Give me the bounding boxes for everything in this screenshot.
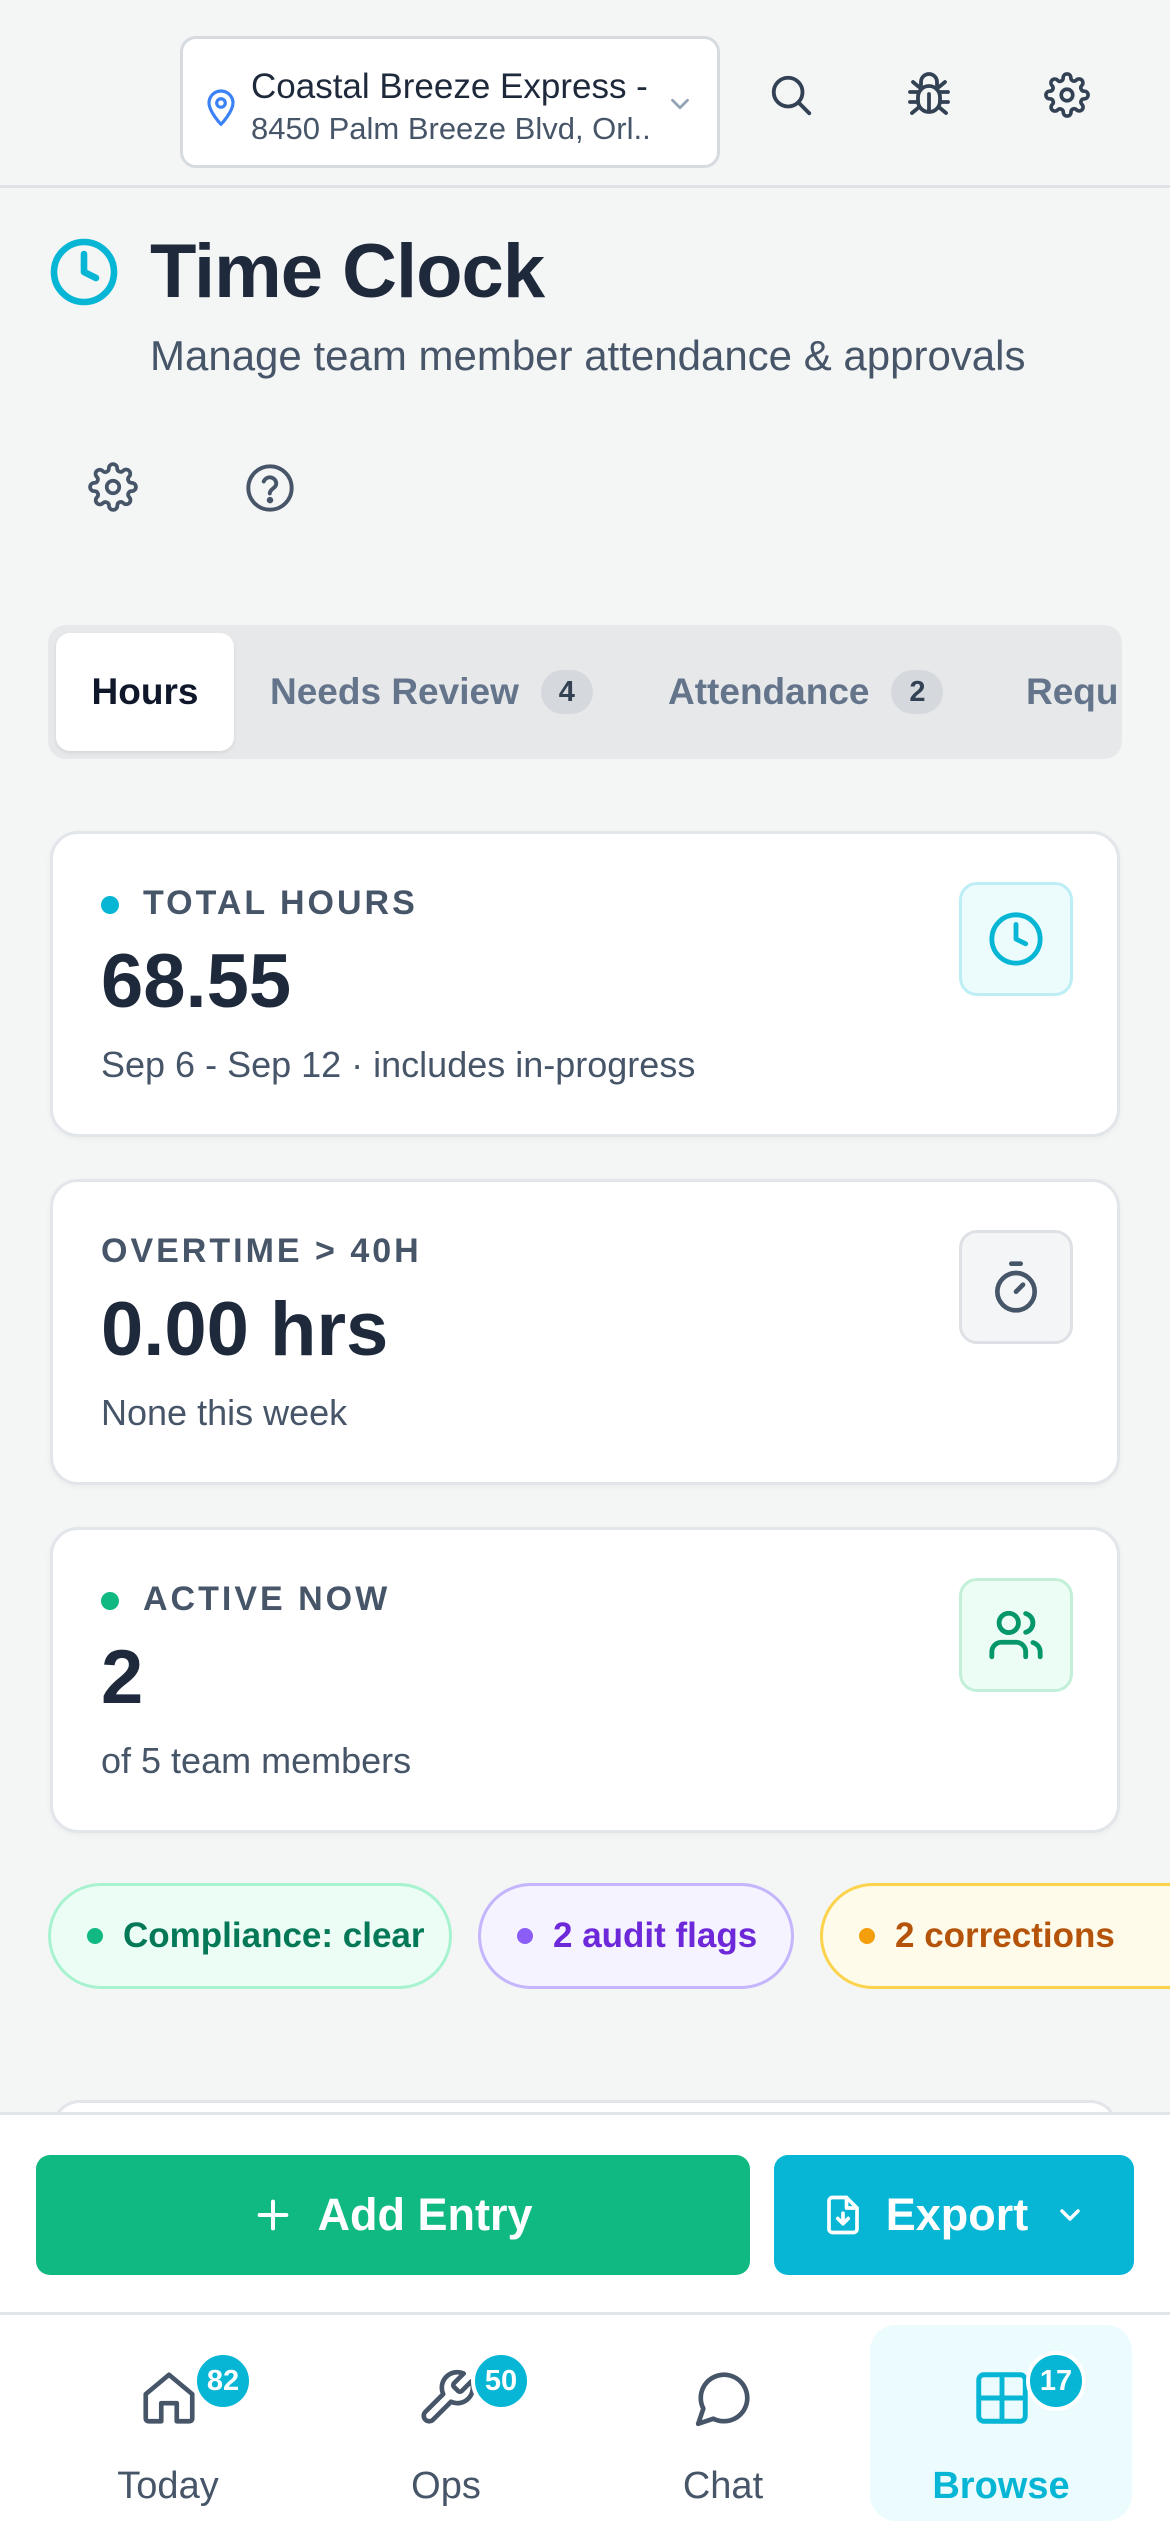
card-label: ACTIVE NOW — [143, 1580, 391, 1618]
tab-requests[interactable]: Requ — [1026, 633, 1119, 751]
card-label: OVERTIME > 40H — [101, 1232, 422, 1270]
add-entry-button[interactable]: Add Entry — [36, 2155, 750, 2275]
tab-hours[interactable]: Hours — [56, 633, 234, 751]
location-address: 8450 Palm Breeze Blvd, Orl... — [251, 111, 651, 146]
corrections-chip[interactable]: 2 corrections — [820, 1883, 1170, 1989]
nav-ops[interactable]: 50 Ops — [315, 2325, 577, 2521]
nav-badge: 17 — [1026, 2351, 1086, 2411]
tab-label: Needs Review — [270, 671, 519, 712]
total-hours-card[interactable]: TOTAL HOURS 68.55 Sep 6 - Sep 12 · inclu… — [50, 831, 1120, 1137]
bug-icon[interactable] — [905, 72, 953, 120]
page-subtitle: Manage team member attendance & approval… — [150, 332, 1026, 379]
nav-badge: 82 — [193, 2351, 253, 2411]
grid-icon — [971, 2367, 1033, 2429]
map-pin-icon — [205, 87, 237, 127]
location-name: Coastal Breeze Express -... — [251, 67, 651, 106]
nav-label: Browse — [932, 2465, 1070, 2507]
page-title: Time Clock — [150, 229, 545, 314]
tab-label: Hours — [91, 671, 199, 712]
users-icon — [959, 1578, 1073, 1692]
tab-label: Requ — [1026, 671, 1119, 712]
action-bar: Add Entry Export — [0, 2112, 1170, 2312]
audit-flags-chip[interactable]: 2 audit flags — [478, 1883, 794, 1989]
wrench-icon — [416, 2367, 478, 2429]
home-icon — [138, 2367, 200, 2429]
export-button[interactable]: Export — [774, 2155, 1134, 2275]
overtime-value: 0.00 hrs — [101, 1287, 389, 1372]
status-dot — [87, 1928, 103, 1944]
help-icon[interactable] — [244, 462, 296, 514]
nav-browse[interactable]: 17 Browse — [870, 2325, 1132, 2521]
settings-gear-icon[interactable] — [88, 462, 138, 512]
bottom-nav: 82 Today 50 Ops Chat 17 Browse — [0, 2312, 1170, 2532]
chip-label: 2 audit flags — [553, 1916, 758, 1955]
chip-label: Compliance: clear — [123, 1916, 425, 1955]
overtime-card[interactable]: OVERTIME > 40H 0.00 hrs None this week — [50, 1179, 1120, 1485]
card-subtext: None this week — [101, 1392, 348, 1433]
nav-badge: 50 — [471, 2351, 531, 2411]
status-dot — [859, 1928, 875, 1944]
status-dot — [101, 896, 119, 914]
card-subtext: Sep 6 - Sep 12 · includes in-progress — [101, 1044, 696, 1085]
tab-badge: 2 — [891, 670, 944, 714]
button-label: Export — [885, 2189, 1029, 2240]
clock-icon — [959, 882, 1073, 996]
card-subtext: of 5 team members — [101, 1740, 412, 1781]
compliance-chip[interactable]: Compliance: clear — [48, 1883, 452, 1989]
nav-chat[interactable]: Chat — [592, 2325, 854, 2521]
tab-attendance[interactable]: Attendance 2 — [668, 633, 944, 751]
total-hours-value: 68.55 — [101, 939, 292, 1024]
search-icon[interactable] — [768, 72, 814, 118]
stopwatch-icon — [959, 1230, 1073, 1344]
tab-needs-review[interactable]: Needs Review 4 — [270, 633, 593, 751]
gear-icon[interactable] — [1044, 72, 1090, 118]
button-label: Add Entry — [317, 2189, 533, 2240]
tab-badge: 4 — [540, 670, 593, 714]
chip-label: 2 corrections — [895, 1916, 1115, 1955]
nav-label: Today — [117, 2465, 219, 2507]
clock-icon — [48, 236, 120, 308]
location-picker[interactable]: Coastal Breeze Express -... 8450 Palm Br… — [180, 36, 720, 168]
nav-label: Chat — [682, 2465, 764, 2507]
active-now-value: 2 — [101, 1635, 144, 1720]
top-bar: Coastal Breeze Express -... 8450 Palm Br… — [0, 0, 1170, 188]
chat-icon — [693, 2367, 755, 2429]
chevron-down-icon — [1054, 2199, 1086, 2231]
active-now-card[interactable]: ACTIVE NOW 2 of 5 team members — [50, 1527, 1120, 1833]
chevron-down-icon — [665, 89, 695, 119]
plus-icon — [253, 2195, 293, 2235]
tab-bar: Hours Needs Review 4 Attendance 2 Requ — [48, 625, 1122, 759]
nav-label: Ops — [411, 2465, 481, 2507]
nav-today[interactable]: 82 Today — [37, 2325, 299, 2521]
status-dot — [101, 1592, 119, 1610]
card-label: TOTAL HOURS — [143, 884, 418, 922]
file-download-icon — [822, 2194, 864, 2236]
status-dot — [517, 1928, 533, 1944]
tab-label: Attendance — [668, 671, 870, 712]
